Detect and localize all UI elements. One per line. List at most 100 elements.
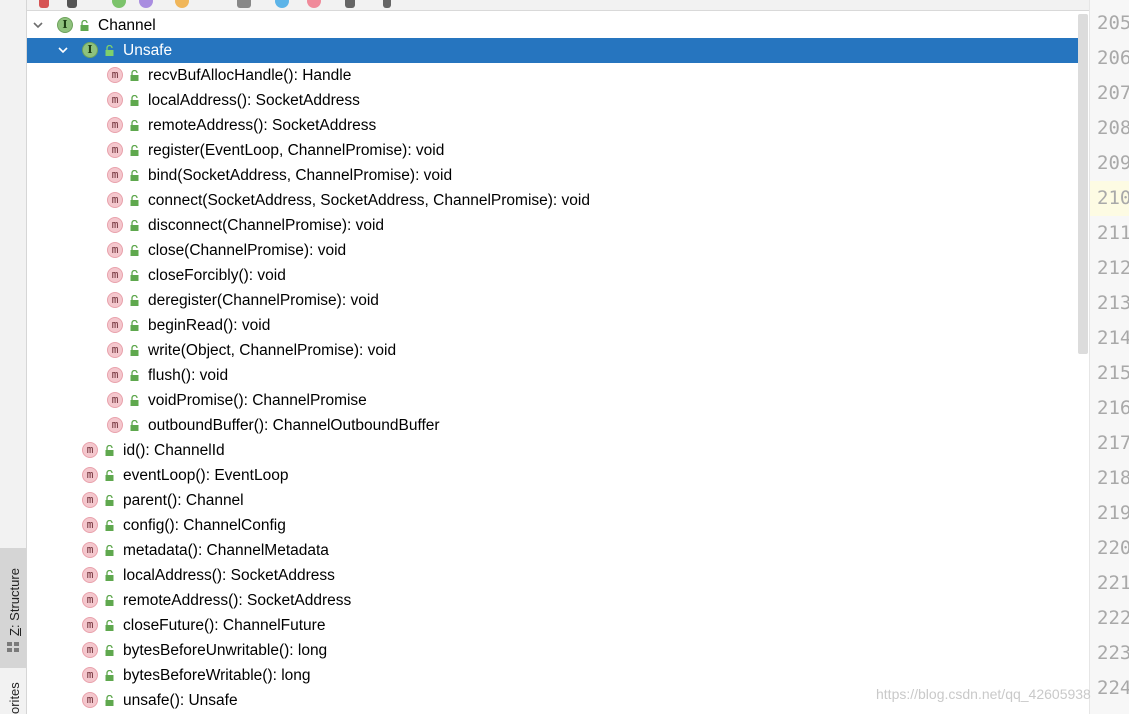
method-row[interactable]: m closeForcibly(): void: [27, 263, 1089, 288]
scrollbar-thumb[interactable]: [1078, 14, 1088, 354]
method-label: voidPromise(): ChannelPromise: [148, 392, 367, 409]
method-icon: m: [82, 517, 99, 534]
show-fields-icon[interactable]: [112, 0, 126, 8]
public-lock-icon: [130, 245, 139, 256]
method-label: eventLoop(): EventLoop: [123, 467, 289, 484]
sort-alpha-icon[interactable]: [67, 0, 77, 8]
line-number: 224: [1097, 677, 1129, 699]
public-lock-icon: [130, 420, 139, 431]
method-row[interactable]: m disconnect(ChannelPromise): void: [27, 213, 1089, 238]
method-row[interactable]: m bytesBeforeWritable(): long: [27, 663, 1089, 688]
tool-window-strip: Z: Structure orites: [0, 0, 27, 714]
line-number: 223: [1097, 642, 1129, 664]
method-icon: m: [107, 217, 124, 234]
structure-icon: [7, 642, 19, 652]
line-number: 217: [1097, 432, 1129, 454]
method-row[interactable]: m bind(SocketAddress, ChannelPromise): vo…: [27, 163, 1089, 188]
editor-gutter: 205 206 207 208 209 210 211 212 213 214 215 216 217 2…: [1089, 0, 1129, 714]
public-lock-icon: [130, 320, 139, 331]
method-label: disconnect(ChannelPromise): void: [148, 217, 385, 234]
method-row[interactable]: m connect(SocketAddress, SocketAddress, C…: [27, 188, 1089, 213]
method-row[interactable]: m eventLoop(): EventLoop: [27, 463, 1089, 488]
method-icon: m: [82, 492, 99, 509]
expand-all-icon[interactable]: [345, 0, 355, 8]
public-lock-icon: [105, 570, 114, 581]
line-number: 212: [1097, 257, 1129, 279]
method-icon: m: [82, 567, 99, 584]
public-lock-icon: [105, 470, 114, 481]
show-lambdas-icon[interactable]: [275, 0, 289, 8]
public-lock-icon: [130, 170, 139, 181]
sort-icon[interactable]: [39, 0, 49, 8]
method-row[interactable]: m localAddress(): SocketAddress: [27, 563, 1089, 588]
line-number: 216: [1097, 397, 1129, 419]
method-row[interactable]: m beginRead(): void: [27, 313, 1089, 338]
method-row[interactable]: m voidPromise(): ChannelPromise: [27, 388, 1089, 413]
chevron-down-icon[interactable]: [33, 20, 43, 30]
public-lock-icon: [105, 670, 114, 681]
public-lock-icon: [80, 20, 89, 31]
method-label: remoteAddress(): SocketAddress: [123, 592, 352, 609]
method-row[interactable]: m write(Object, ChannelPromise): void: [27, 338, 1089, 363]
method-row[interactable]: m id(): ChannelId: [27, 438, 1089, 463]
method-row[interactable]: m parent(): Channel: [27, 488, 1089, 513]
method-row[interactable]: m remoteAddress(): SocketAddress: [27, 113, 1089, 138]
method-row[interactable]: m recvBufAllocHandle(): Handle: [27, 63, 1089, 88]
method-row[interactable]: m outboundBuffer(): ChannelOutboundBuffer: [27, 413, 1089, 438]
public-lock-icon: [105, 45, 114, 56]
method-label: unsafe(): Unsafe: [123, 692, 238, 709]
watermark: https://blog.csdn.net/qq_42605938: [876, 686, 1091, 702]
method-row[interactable]: m bytesBeforeUnwritable(): long: [27, 638, 1089, 663]
method-row[interactable]: m closeFuture(): ChannelFuture: [27, 613, 1089, 638]
method-label: beginRead(): void: [148, 317, 271, 334]
method-label: localAddress(): SocketAddress: [148, 92, 360, 109]
public-lock-icon: [105, 495, 114, 506]
chevron-down-icon[interactable]: [58, 45, 68, 55]
public-lock-icon: [105, 645, 114, 656]
public-lock-icon: [130, 70, 139, 81]
line-number: 222: [1097, 607, 1129, 629]
public-lock-icon: [130, 370, 139, 381]
method-icon: m: [107, 167, 124, 184]
structure-tab-label[interactable]: Z: Structure: [7, 568, 22, 636]
line-number: 207: [1097, 82, 1129, 104]
settings-dropdown-icon[interactable]: [383, 0, 391, 8]
structure-mnemonic: Z: [7, 628, 22, 636]
interface-icon: I: [82, 42, 99, 59]
line-number: 211: [1097, 222, 1129, 244]
method-row[interactable]: m deregister(ChannelPromise): void: [27, 288, 1089, 313]
method-icon: m: [107, 142, 124, 159]
method-label: bytesBeforeWritable(): long: [123, 667, 311, 684]
show-properties-icon[interactable]: [175, 0, 189, 8]
show-non-public-icon[interactable]: [307, 0, 321, 8]
method-icon: m: [107, 367, 124, 384]
favorites-tab-label[interactable]: orites: [7, 682, 22, 714]
method-icon: m: [107, 392, 124, 409]
method-icon: m: [107, 67, 124, 84]
structure-tree[interactable]: I Channel I Unsafe m recvBufAllocHandle()…: [27, 12, 1089, 714]
method-label: recvBufAllocHandle(): Handle: [148, 67, 352, 84]
method-icon: m: [82, 617, 99, 634]
tree-node-unsafe[interactable]: I Unsafe: [27, 38, 1089, 63]
method-label: metadata(): ChannelMetadata: [123, 542, 329, 559]
method-row[interactable]: m localAddress(): SocketAddress: [27, 88, 1089, 113]
line-number: 221: [1097, 572, 1129, 594]
show-inherited-icon[interactable]: [139, 0, 153, 8]
tree-node-label: Unsafe: [123, 42, 173, 59]
show-anonymous-icon[interactable]: [237, 0, 251, 8]
method-row[interactable]: m register(EventLoop, ChannelPromise): vo…: [27, 138, 1089, 163]
method-row[interactable]: m flush(): void: [27, 363, 1089, 388]
method-icon: m: [107, 92, 124, 109]
method-row[interactable]: m metadata(): ChannelMetadata: [27, 538, 1089, 563]
method-icon: m: [107, 342, 124, 359]
method-icon: m: [107, 267, 124, 284]
public-lock-icon: [130, 220, 139, 231]
method-row[interactable]: m config(): ChannelConfig: [27, 513, 1089, 538]
public-lock-icon: [105, 620, 114, 631]
tree-node-label: Channel: [98, 17, 156, 34]
tree-node-channel[interactable]: I Channel: [27, 13, 1089, 38]
method-row[interactable]: m close(ChannelPromise): void: [27, 238, 1089, 263]
method-row[interactable]: m remoteAddress(): SocketAddress: [27, 588, 1089, 613]
public-lock-icon: [130, 345, 139, 356]
method-label: id(): ChannelId: [123, 442, 225, 459]
